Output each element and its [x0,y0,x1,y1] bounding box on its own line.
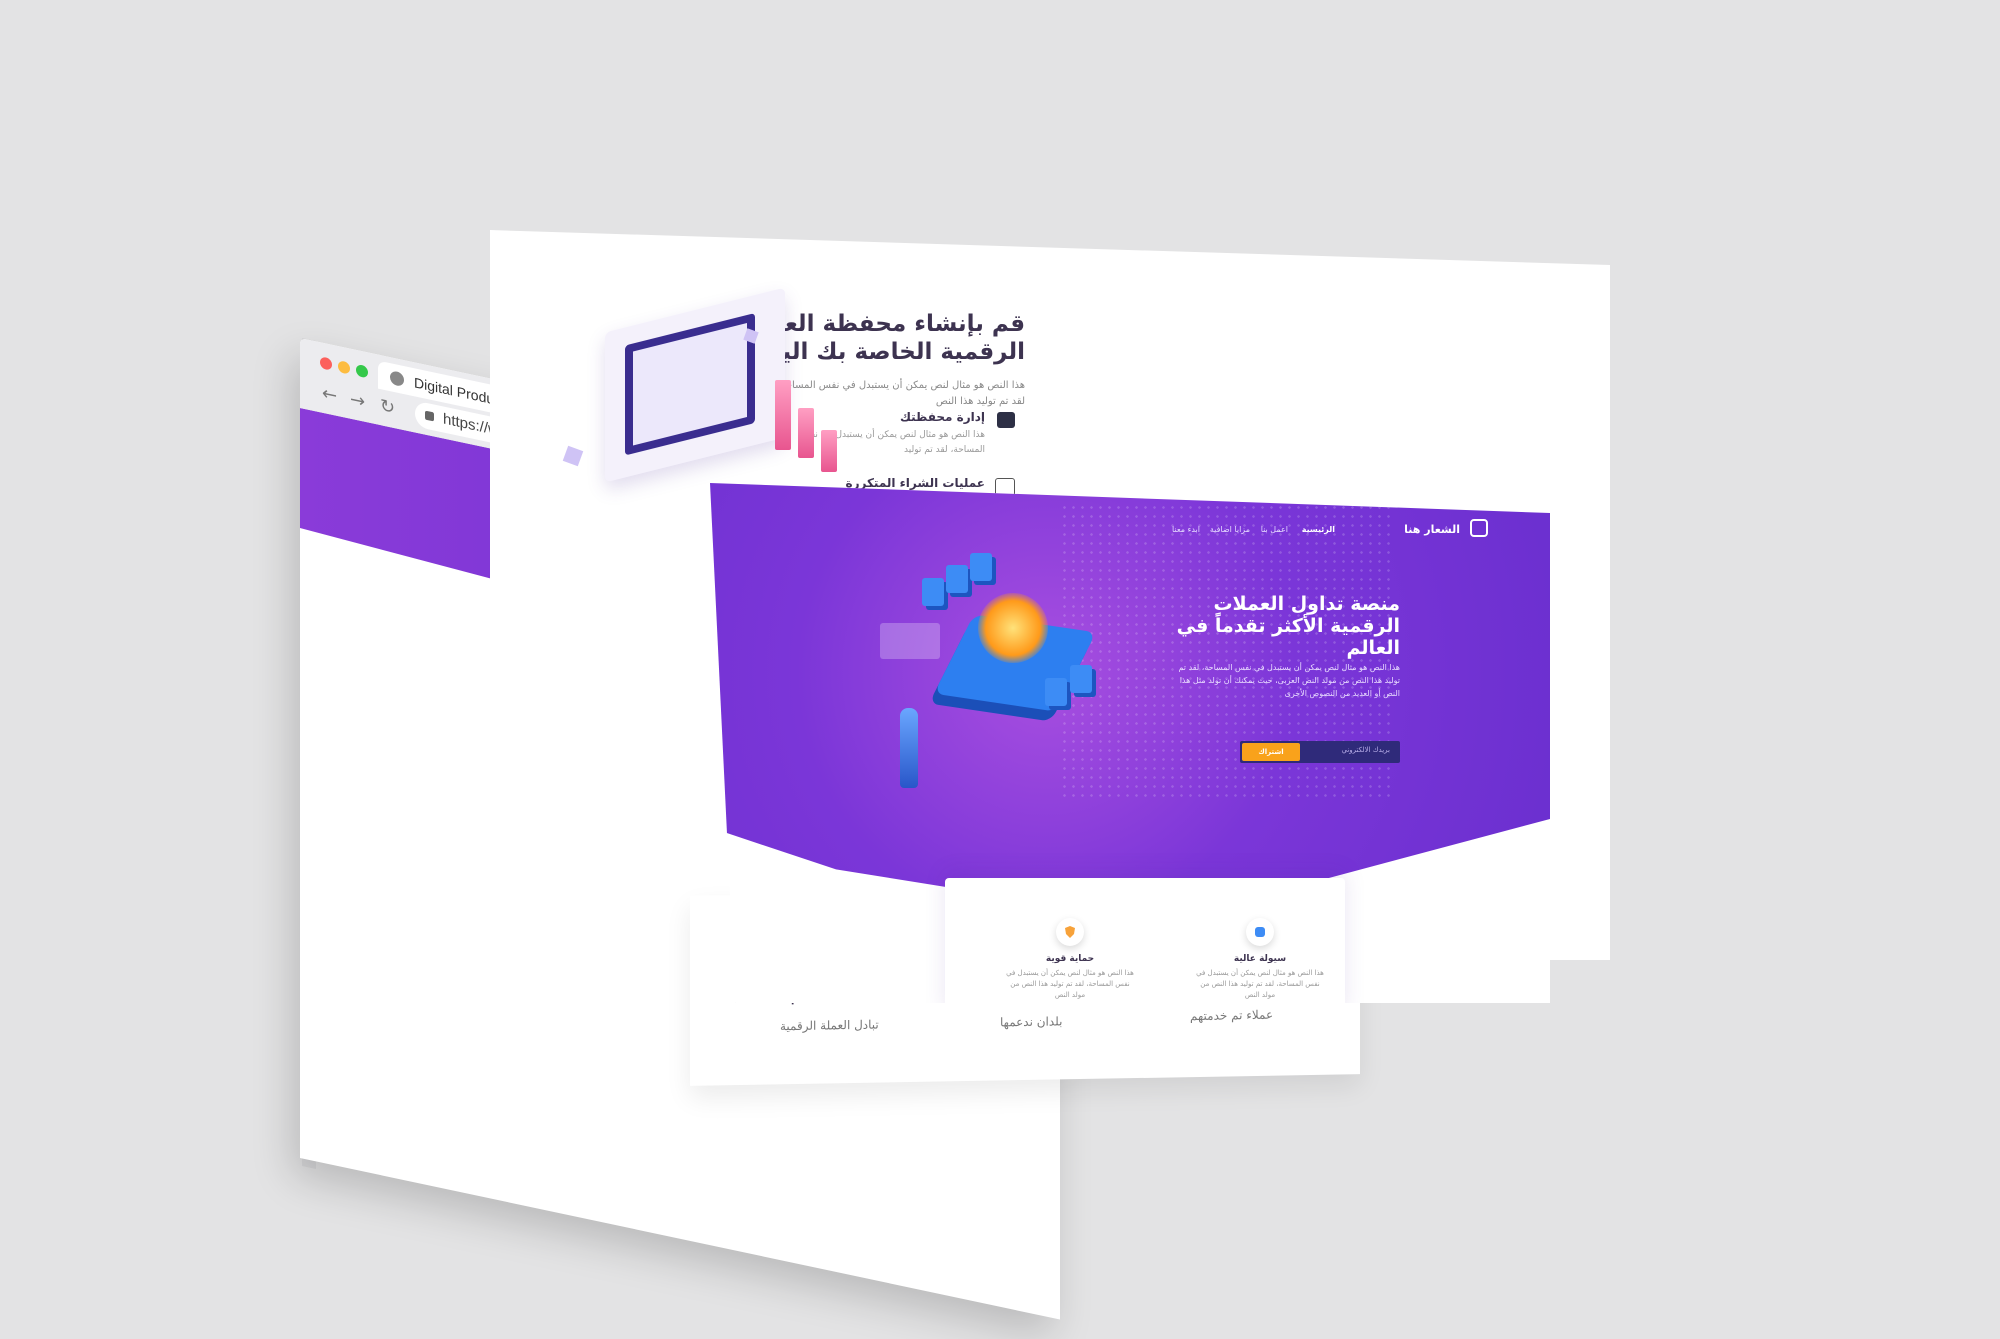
cube-decoration [562,445,584,467]
minimize-window-dot[interactable] [338,360,350,375]
nav-work-with-us[interactable]: اعمل بنا [1261,525,1288,534]
subscribe-form: بريدك الالكتروني اشتراك [1240,741,1400,763]
chart-bar-illustration [775,380,791,450]
bitcoin-core-glow [978,593,1048,663]
nav-extra-features[interactable]: مزايا اضافية [1210,525,1250,534]
hero-title: منصة تداول العملات الرقمية الأكثر تقدماً… [1176,593,1400,659]
site-logo[interactable]: الشعار هنا [1404,523,1460,536]
stat-label: بلدان ندعمها [1000,1014,1063,1030]
server-illustration [946,565,968,593]
back-arrow-icon[interactable]: ← [322,383,337,407]
globe-icon [390,370,404,388]
hero-section: الشعار هنا الرئيسية اعمل بنا مزايا اضافي… [710,483,1550,903]
features-card: حماية قوية هذا النص هو مثال لنص يمكن أن … [945,878,1345,1003]
feature-desc: هذا النص هو مثال لنص يمكن أن يستبدل في ن… [799,430,985,455]
feature-liquidity: سيولة عالية هذا النص هو مثال لنص يمكن أن… [1195,918,1325,1001]
hero-page: الشعار هنا الرئيسية اعمل بنا مزايا اضافي… [710,483,1550,1003]
reload-icon[interactable]: ↻ [380,395,395,419]
wallet-icon [997,412,1015,428]
laptop-illustration [605,287,785,483]
chart-bar-illustration [821,430,837,472]
feature-title: إدارة محفظتك [899,410,985,424]
dashboard-card-illustration [880,623,940,659]
server-illustration [1045,678,1067,706]
chart-bar-illustration [798,408,814,458]
lock-icon [425,410,434,422]
feature-title: حماية قوية [1045,954,1095,964]
nav-home[interactable]: الرئيسية [1302,525,1335,534]
hero-subtitle: هذا النص هو مثال لنص يمكن أن يستبدل في ن… [1178,663,1400,698]
server-illustration [1070,665,1092,693]
nav-start[interactable]: ابدء معنا [1172,525,1200,534]
stat-label: تبادل العملة الرقمية [780,1017,879,1034]
stat-label: عملاء تم خدمتهم [1190,1007,1274,1024]
feature-desc: هذا النص هو مثال لنص يمكن أن يستبدل في ن… [1196,969,1324,999]
maximize-window-dot[interactable] [356,363,368,379]
close-window-dot[interactable] [320,356,332,371]
wallet-feature-manage: إدارة محفظتك هذا النص هو مثال لنص يمكن أ… [785,410,985,458]
subscribe-button[interactable]: اشتراك [1242,743,1300,761]
robot-illustration [900,708,918,788]
liquidity-icon [1246,918,1274,946]
wallet-section-subtitle: هذا النص هو مثال لنص يمكن أن يستبدل في ن… [777,380,1025,407]
forward-arrow-icon[interactable]: → [350,389,365,413]
feature-security: حماية قوية هذا النص هو مثال لنص يمكن أن … [1005,918,1135,1001]
email-field[interactable]: بريدك الالكتروني [1341,746,1390,754]
shield-icon [1056,918,1084,946]
logo-icon[interactable] [1470,519,1488,537]
feature-title: سيولة عالية [1233,954,1287,964]
server-illustration [922,578,944,606]
server-illustration [970,553,992,581]
feature-desc: هذا النص هو مثال لنص يمكن أن يستبدل في ن… [1006,969,1134,999]
